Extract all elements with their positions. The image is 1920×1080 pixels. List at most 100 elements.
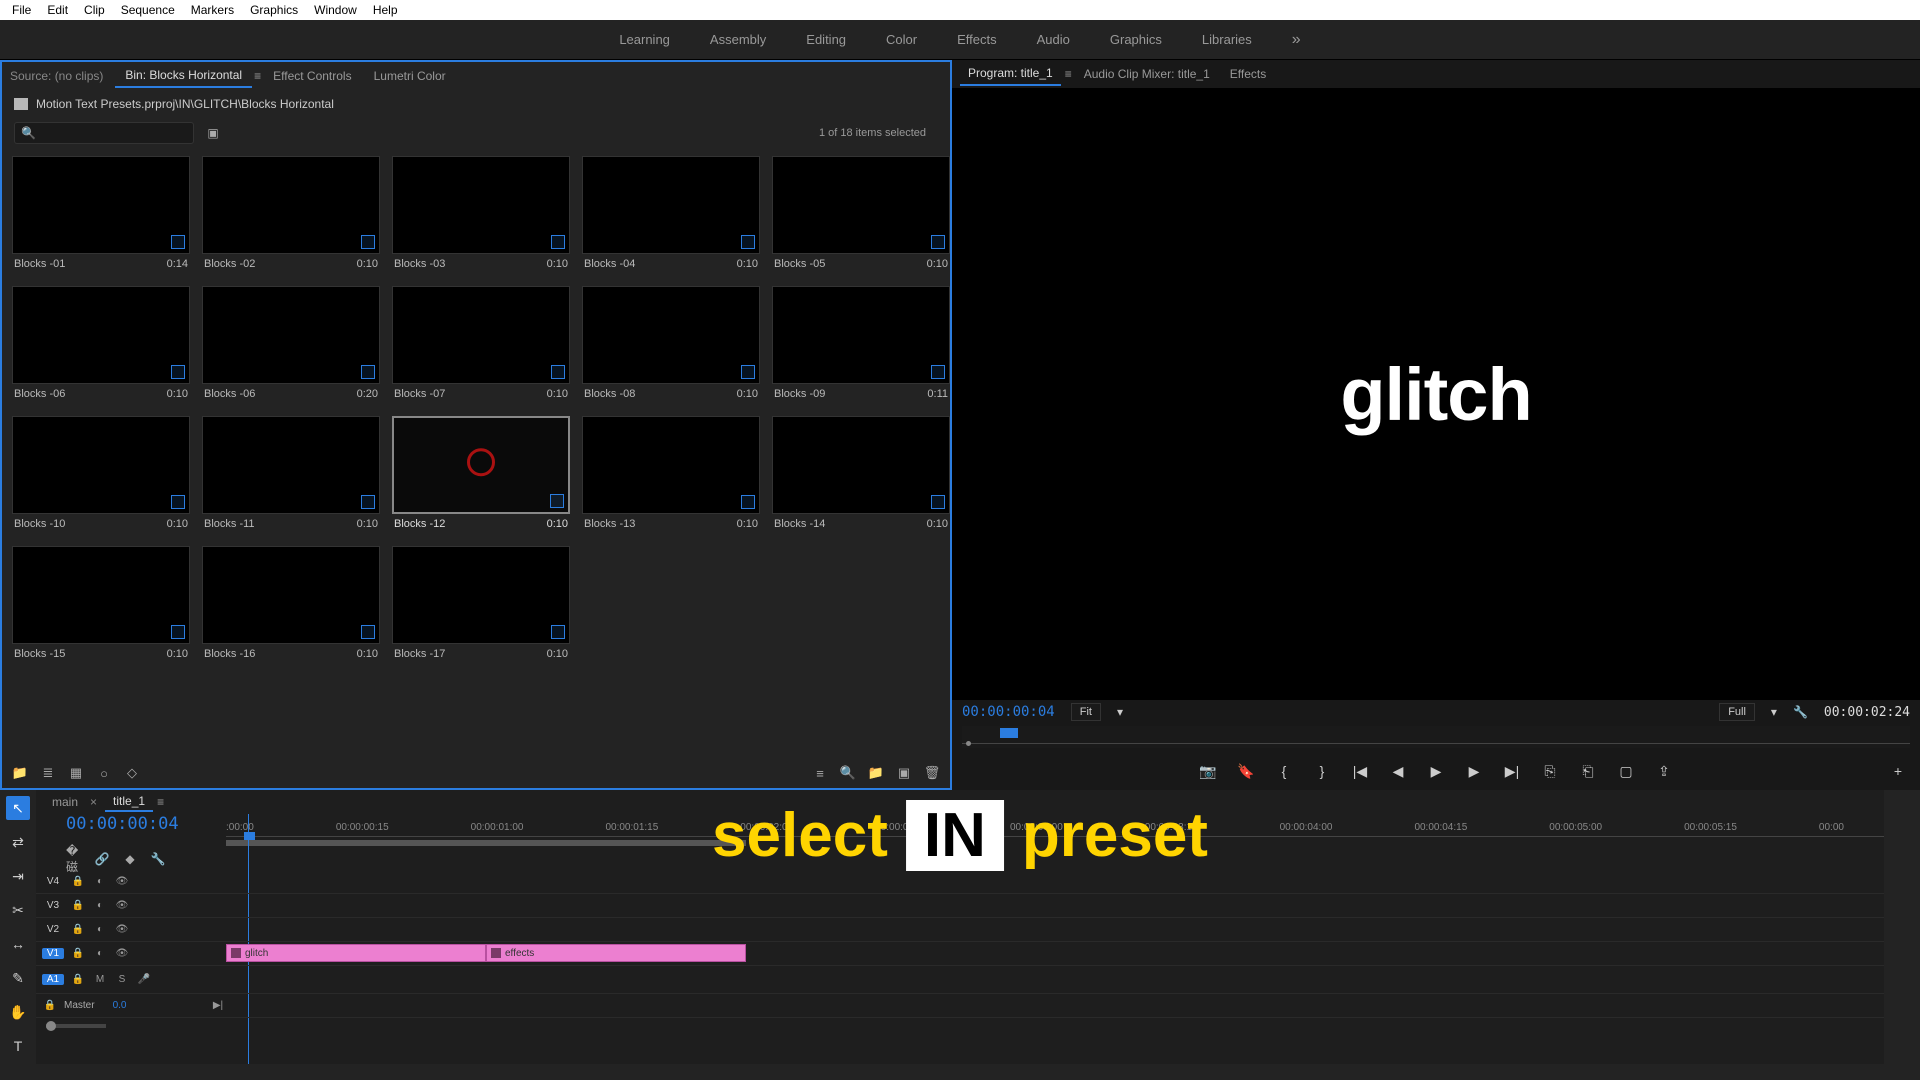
clip-glitch[interactable]: glitch [226, 944, 486, 962]
mark-in-icon[interactable]: { [1274, 761, 1294, 781]
tab-effect-controls[interactable]: Effect Controls [263, 65, 361, 87]
linked-sel-icon[interactable]: 🔗 [94, 851, 110, 867]
lane-v3[interactable] [226, 894, 1884, 918]
program-scrub-bar[interactable] [962, 726, 1910, 748]
menu-graphics[interactable]: Graphics [242, 3, 306, 17]
search-input[interactable]: 🔍 [14, 122, 194, 144]
bin-item[interactable]: Blocks -040:10 [582, 156, 760, 274]
ripple-tool-icon[interactable]: ⇥ [6, 864, 30, 888]
scrub-playhead[interactable] [1000, 728, 1018, 738]
tab-program-menu-icon[interactable]: ≡ [1065, 67, 1072, 81]
bin-thumbnail[interactable] [12, 286, 190, 384]
razor-tool-icon[interactable]: ✂ [6, 898, 30, 922]
new-item2-icon[interactable]: ▣ [896, 765, 912, 781]
menu-help[interactable]: Help [365, 3, 406, 17]
tab-lumetri[interactable]: Lumetri Color [364, 65, 456, 87]
pen-tool-icon[interactable]: ✎ [6, 966, 30, 990]
lock-icon[interactable]: 🔒 [70, 898, 86, 914]
freeform-icon[interactable]: ○ [96, 765, 112, 781]
program-tc-current[interactable]: 00:00:00:04 [962, 704, 1055, 720]
slip-tool-icon[interactable]: ↔ [6, 932, 30, 956]
track-v2[interactable]: V2 🔒 ◐ 👁 [36, 918, 226, 942]
go-to-in-icon[interactable]: |◀ [1350, 761, 1370, 781]
eye-icon[interactable]: 👁 [114, 874, 130, 890]
bin-thumbnail[interactable] [202, 286, 380, 384]
mute-button[interactable]: M [92, 972, 108, 988]
ws-more-icon[interactable]: » [1292, 31, 1301, 49]
hand-tool-icon[interactable]: ✋ [6, 1000, 30, 1024]
bin-thumbnail[interactable] [392, 286, 570, 384]
marker-add-icon[interactable]: ◆ [122, 851, 138, 867]
bin-item[interactable]: Blocks -150:10 [12, 546, 190, 664]
eye-icon[interactable]: 👁 [114, 946, 130, 962]
tl-tab-menu-icon[interactable]: ≡ [157, 795, 164, 809]
lock-icon[interactable]: 🔒 [70, 922, 86, 938]
clip-effects[interactable]: effects [486, 944, 746, 962]
lift-icon[interactable]: ⎘ [1540, 761, 1560, 781]
bin-item[interactable]: Blocks -070:10 [392, 286, 570, 404]
find-icon[interactable]: 🔍 [840, 765, 856, 781]
play-icon[interactable]: ▶ [1426, 761, 1446, 781]
bin-item[interactable]: Blocks -080:10 [582, 286, 760, 404]
tab-program[interactable]: Program: title_1 [960, 62, 1061, 86]
lane-master[interactable] [226, 994, 1884, 1018]
bin-thumbnail[interactable] [12, 546, 190, 644]
track-v1[interactable]: V1 🔒 ◐ 👁 [36, 942, 226, 966]
bin-thumbnail[interactable] [202, 546, 380, 644]
ws-libraries[interactable]: Libraries [1202, 32, 1252, 47]
timeline-tc[interactable]: 00:00:00:04 [36, 814, 226, 834]
menu-window[interactable]: Window [306, 3, 365, 17]
sync-icon[interactable]: ◐ [92, 898, 108, 914]
new-folder-icon[interactable]: 📁 [868, 765, 884, 781]
ws-color[interactable]: Color [886, 32, 917, 47]
bin-thumbnail[interactable] [392, 416, 570, 514]
bin-item[interactable]: Blocks -010:14 [12, 156, 190, 274]
chevron-down-icon[interactable]: ▾ [1117, 705, 1123, 719]
bin-item[interactable]: Blocks -060:20 [202, 286, 380, 404]
bin-thumbnail[interactable] [392, 546, 570, 644]
program-monitor[interactable]: glitch [952, 88, 1920, 700]
ws-graphics[interactable]: Graphics [1110, 32, 1162, 47]
list-view-icon[interactable]: ≣ [40, 765, 56, 781]
icon-view-icon[interactable]: ▦ [68, 765, 84, 781]
menu-edit[interactable]: Edit [39, 3, 76, 17]
comparison-icon[interactable]: ▢ [1616, 761, 1636, 781]
tl-tab-close-icon[interactable]: × [90, 795, 101, 809]
eye-icon[interactable]: 👁 [114, 922, 130, 938]
bin-thumbnail[interactable] [202, 156, 380, 254]
track-master[interactable]: 🔒 Master 0.0 ▶| [36, 994, 226, 1018]
sync-icon[interactable]: ◐ [92, 874, 108, 890]
tab-audio-mixer[interactable]: Audio Clip Mixer: title_1 [1076, 63, 1218, 85]
timeline-zoom-slider[interactable] [46, 1024, 106, 1028]
work-area-bar[interactable] [226, 840, 746, 846]
lock-icon[interactable]: 🔒 [42, 998, 58, 1014]
bin-thumbnail[interactable] [582, 416, 760, 514]
menu-file[interactable]: File [4, 3, 39, 17]
sync-icon[interactable]: ◐ [92, 922, 108, 938]
mic-icon[interactable]: 🎤 [136, 972, 152, 988]
lane-a1[interactable] [226, 966, 1884, 994]
track-select-tool-icon[interactable]: ⇄ [6, 830, 30, 854]
bin-item[interactable]: Blocks -060:10 [12, 286, 190, 404]
bin-item[interactable]: Blocks -110:10 [202, 416, 380, 534]
marker-icon[interactable]: 🔖 [1236, 761, 1256, 781]
tab-effects[interactable]: Effects [1222, 63, 1274, 85]
track-v4[interactable]: V4 🔒 ◐ 👁 [36, 870, 226, 894]
tl-tab-title[interactable]: title_1 [105, 792, 153, 812]
master-value[interactable]: 0.0 [113, 1000, 127, 1011]
lock-icon[interactable]: 🔒 [70, 946, 86, 962]
tab-bin-menu-icon[interactable]: ≡ [254, 69, 261, 83]
bin-item[interactable]: Blocks -020:10 [202, 156, 380, 274]
bin-thumbnail[interactable] [12, 156, 190, 254]
bin-thumbnail[interactable] [772, 416, 950, 514]
settings-wrench-icon[interactable]: 🔧 [1793, 705, 1808, 719]
tl-settings-icon[interactable]: 🔧 [150, 851, 166, 867]
ws-audio[interactable]: Audio [1037, 32, 1070, 47]
lane-v4[interactable] [226, 870, 1884, 894]
lock-icon[interactable]: 🔒 [70, 972, 86, 988]
ws-learning[interactable]: Learning [619, 32, 670, 47]
lane-v2[interactable] [226, 918, 1884, 942]
snap-icon[interactable]: �磁 [66, 851, 82, 867]
bin-thumbnail[interactable] [12, 416, 190, 514]
tab-bin[interactable]: Bin: Blocks Horizontal [115, 64, 252, 88]
